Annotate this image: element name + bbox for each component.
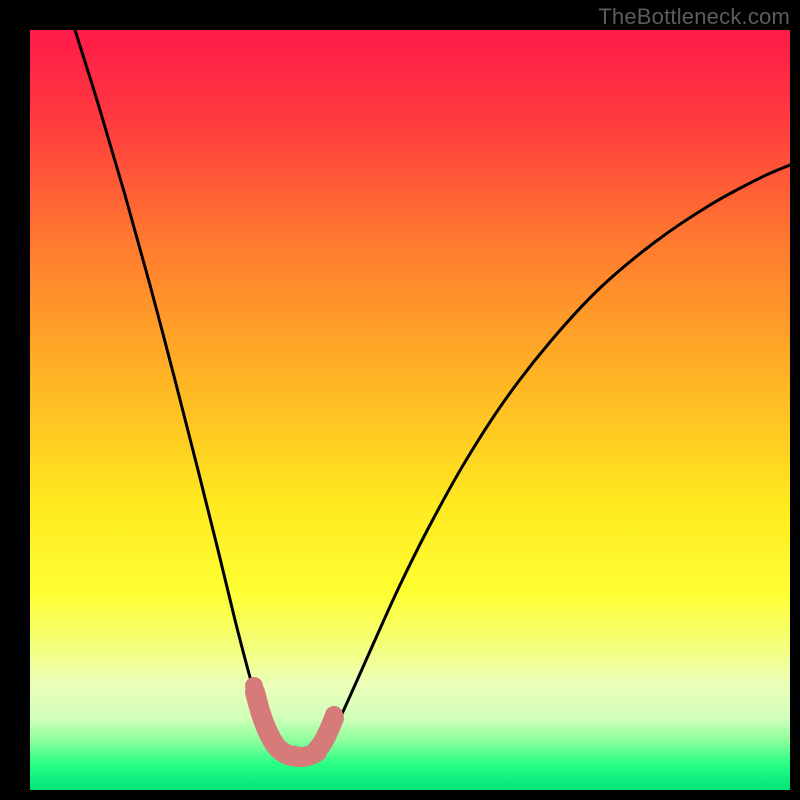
chart-frame: TheBottleneck.com xyxy=(0,0,800,800)
gradient-background xyxy=(30,30,790,790)
watermark-text: TheBottleneck.com xyxy=(598,4,790,30)
plot-area xyxy=(30,30,790,790)
chart-svg xyxy=(30,30,790,790)
